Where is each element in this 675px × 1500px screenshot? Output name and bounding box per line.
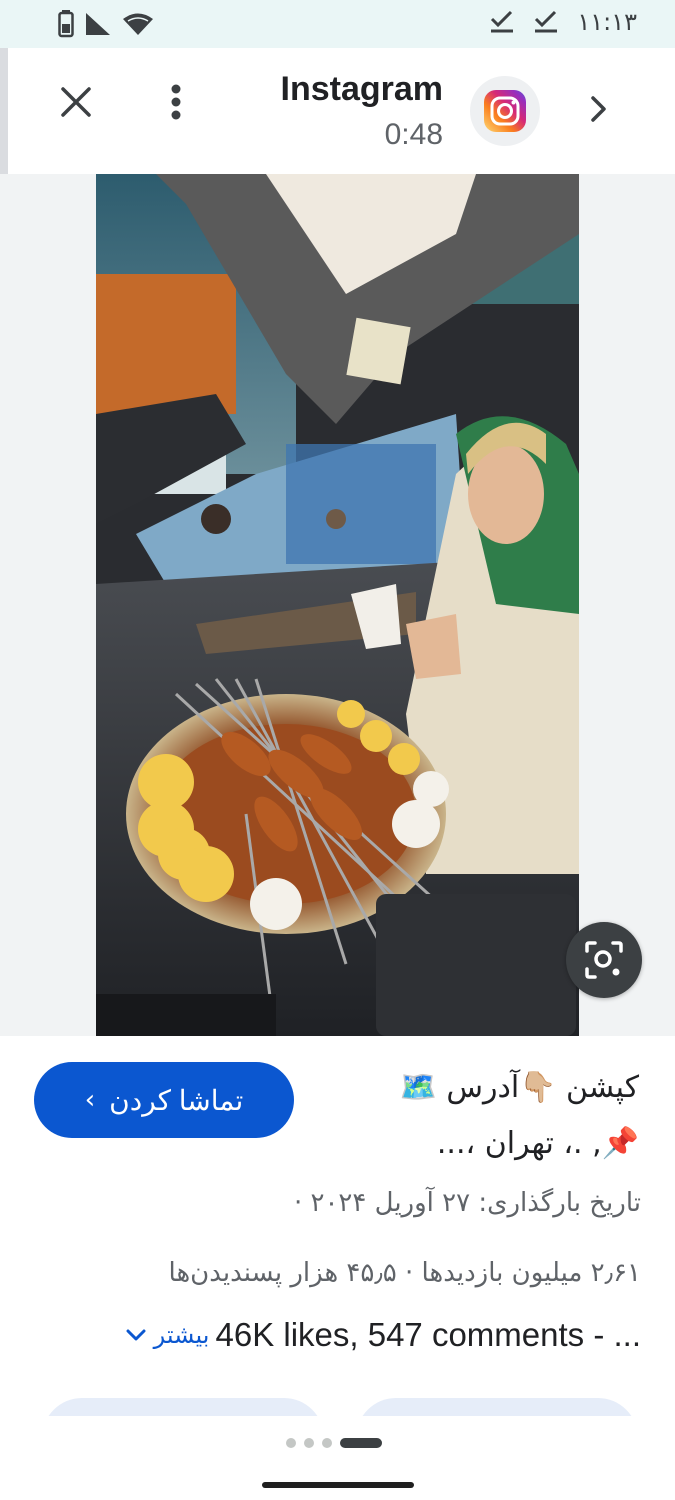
- close-icon: [61, 87, 91, 117]
- view-like-stats: ۲٫۶۱ میلیون بازدیدها · ۴۵٫۵ هزار پسندیدن…: [168, 1258, 641, 1288]
- next-result-button[interactable]: [578, 88, 620, 130]
- more-vert-icon: [171, 84, 181, 120]
- page-dot: [286, 1438, 296, 1448]
- lens-search-icon: [585, 941, 623, 979]
- video-caption[interactable]: کپشن 👇🏼آدرس 🗺️ 📌, .، تهران ،...: [329, 1060, 639, 1172]
- status-icons-left: [58, 10, 154, 38]
- page-dot: [322, 1438, 332, 1448]
- check-notification-icon: [491, 10, 514, 33]
- close-button[interactable]: [52, 78, 100, 126]
- page-indicator: [286, 1438, 382, 1448]
- wifi-icon: [123, 13, 153, 35]
- source-logo[interactable]: [470, 76, 540, 146]
- more-options-button[interactable]: [152, 78, 200, 126]
- lens-search-button[interactable]: [566, 922, 642, 998]
- battery-icon: [58, 10, 74, 38]
- description-row: 46K likes, 547 comments - ... بیشتر: [124, 1316, 641, 1354]
- source-title[interactable]: Instagram: [281, 70, 444, 109]
- check-notification-icon: [535, 10, 558, 33]
- watch-button[interactable]: ‹ تماشا کردن: [34, 1062, 294, 1138]
- status-time: ۱۱:۱۳: [577, 8, 637, 36]
- status-icons-right: ۱۱:۱۳: [489, 8, 637, 36]
- page-dot-active: [340, 1438, 382, 1448]
- thumbnail-image: [96, 174, 579, 1036]
- caption-line-1: کپشن 👇🏼آدرس 🗺️: [399, 1070, 639, 1105]
- likes-comments-text: 46K likes, 547 comments - ...: [215, 1316, 641, 1353]
- more-link[interactable]: بیشتر: [154, 1321, 210, 1349]
- page-dot: [304, 1438, 314, 1448]
- upload-date: تاریخ بارگذاری: ۲۷ آوریل ۲۰۲۴ ·: [293, 1188, 641, 1218]
- caption-line-2: 📌, .، تهران ،...: [436, 1126, 639, 1161]
- gesture-nav-handle[interactable]: [262, 1482, 414, 1488]
- instagram-logo-icon: [484, 90, 526, 132]
- viewer-header: Instagram 0:48: [0, 48, 675, 174]
- status-bar: ۱۱:۱۳: [0, 0, 675, 48]
- chevron-down-icon[interactable]: [124, 1323, 148, 1347]
- video-duration: 0:48: [384, 118, 443, 151]
- watch-button-label: تماشا کردن: [109, 1084, 244, 1116]
- chevron-right-icon: [591, 96, 606, 122]
- signal-icon: [86, 13, 110, 35]
- chevron-left-icon: ‹: [84, 1085, 96, 1115]
- video-thumbnail[interactable]: [96, 174, 579, 1036]
